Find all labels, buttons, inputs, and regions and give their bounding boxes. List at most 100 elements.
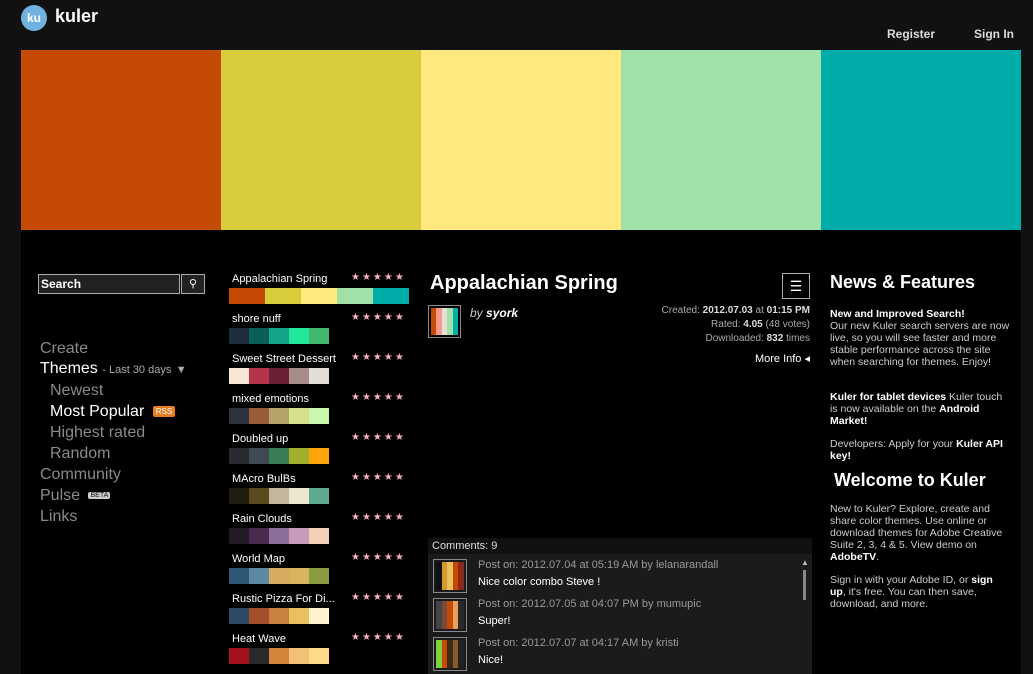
color-swatch	[229, 608, 249, 624]
nav-pulse: Pulse BETA	[40, 487, 111, 505]
star-rating-icon[interactable]: ★★★★★	[351, 392, 406, 403]
star-rating-icon[interactable]: ★★★★★	[351, 632, 406, 643]
nav-pulse-label[interactable]: Pulse	[40, 487, 80, 504]
theme-list-item[interactable]: MAcro BulBs ★★★★★	[229, 470, 409, 510]
created-date: 2012.07.03	[702, 305, 753, 316]
scroll-up-icon[interactable]: ▲	[801, 558, 809, 567]
theme-swatches[interactable]	[229, 648, 329, 664]
search-icon[interactable]: ⚲	[181, 274, 205, 294]
register-link[interactable]: Register	[887, 27, 935, 41]
news-title: News & Features	[830, 272, 976, 292]
color-swatch	[458, 562, 464, 590]
color-swatch	[229, 328, 249, 344]
theme-title: Appalachian Spring	[430, 272, 618, 294]
sliders-icon[interactable]: ☰	[782, 273, 810, 299]
by-label: by	[470, 306, 483, 320]
theme-list-item[interactable]: World Map ★★★★★	[229, 550, 409, 590]
kuler-logo-icon[interactable]: ku	[21, 5, 47, 31]
author-link[interactable]: syork	[486, 306, 518, 320]
nav-links[interactable]: Links	[40, 508, 77, 526]
star-rating-icon[interactable]: ★★★★★	[351, 312, 406, 323]
theme-name[interactable]: MAcro BulBs	[232, 473, 342, 485]
hero-swatch[interactable]	[421, 50, 621, 230]
star-rating-icon[interactable]: ★★★★★	[351, 512, 406, 523]
comment-theme-thumbnail[interactable]	[433, 559, 467, 593]
theme-name[interactable]: Rustic Pizza For Di...	[232, 593, 342, 605]
news-item-tablet-title[interactable]: Kuler for tablet devices	[830, 391, 946, 403]
theme-name[interactable]: mixed emotions	[232, 393, 342, 405]
theme-list-item[interactable]: mixed emotions ★★★★★	[229, 390, 409, 430]
comment-item: Post on: 2012.07.07 at 04:17 AM by krist…	[428, 635, 798, 674]
color-swatch	[309, 328, 329, 344]
color-swatch	[249, 408, 269, 424]
more-info-link[interactable]: More Info ◂	[755, 352, 810, 365]
star-rating-icon[interactable]: ★★★★★	[351, 592, 406, 603]
theme-swatches[interactable]	[229, 328, 329, 344]
color-swatch	[249, 528, 269, 544]
theme-list-item[interactable]: Doubled up ★★★★★	[229, 430, 409, 470]
nav-themes-label[interactable]: Themes	[40, 360, 98, 377]
theme-name[interactable]: Doubled up	[232, 433, 342, 445]
nav-community[interactable]: Community	[40, 466, 121, 484]
comment-text: Nice color combo Steve !	[478, 576, 601, 588]
hero-swatch[interactable]	[821, 50, 1021, 230]
rss-icon[interactable]: RSS	[152, 406, 176, 418]
theme-swatches[interactable]	[229, 448, 329, 464]
color-swatch	[309, 528, 329, 544]
theme-swatches[interactable]	[229, 488, 329, 504]
theme-name[interactable]: Sweet Street Dessert	[232, 353, 342, 365]
star-rating-icon[interactable]: ★★★★★	[351, 552, 406, 563]
theme-name[interactable]: Rain Clouds	[232, 513, 342, 525]
nav-highest-rated[interactable]: Highest rated	[50, 424, 145, 442]
theme-swatches[interactable]	[229, 528, 329, 544]
comment-theme-thumbnail[interactable]	[433, 637, 467, 671]
color-swatch	[458, 601, 464, 629]
theme-swatches[interactable]	[229, 288, 409, 304]
hero-swatch[interactable]	[221, 50, 421, 230]
color-swatch	[269, 368, 289, 384]
news-item-search-title[interactable]: New and Improved Search!	[830, 308, 965, 320]
hero-swatch[interactable]	[621, 50, 821, 230]
theme-name[interactable]: Appalachian Spring	[232, 273, 342, 285]
star-rating-icon[interactable]: ★★★★★	[351, 432, 406, 443]
color-swatch	[289, 488, 309, 504]
theme-list-item[interactable]: Rustic Pizza For Di... ★★★★★	[229, 590, 409, 630]
theme-thumbnail[interactable]	[428, 305, 461, 338]
theme-name[interactable]: World Map	[232, 553, 342, 565]
theme-swatches[interactable]	[229, 568, 329, 584]
star-rating-icon[interactable]: ★★★★★	[351, 272, 406, 283]
chevron-down-icon[interactable]: ▼	[176, 364, 187, 376]
theme-swatches[interactable]	[229, 608, 329, 624]
star-rating-icon[interactable]: ★★★★★	[351, 352, 406, 363]
color-swatch	[458, 640, 464, 668]
theme-name[interactable]: shore nuff	[232, 313, 342, 325]
theme-list-item[interactable]: Sweet Street Dessert ★★★★★	[229, 350, 409, 390]
comments-scrollbar[interactable]: ▲	[801, 558, 809, 672]
theme-name[interactable]: Heat Wave	[232, 633, 342, 645]
theme-list-item[interactable]: Rain Clouds ★★★★★	[229, 510, 409, 550]
nav-create[interactable]: Create	[40, 340, 88, 358]
color-swatch	[249, 608, 269, 624]
scroll-thumb[interactable]	[803, 570, 806, 600]
news-item-search-body: Our new Kuler search servers are now liv…	[830, 320, 1010, 368]
theme-list-item[interactable]: Heat Wave ★★★★★	[229, 630, 409, 670]
sign-in-link[interactable]: Sign In	[974, 27, 1014, 41]
kuler-logo-text[interactable]: kuler	[55, 6, 98, 27]
search-input[interactable]	[38, 274, 180, 294]
color-swatch	[269, 488, 289, 504]
theme-swatches[interactable]	[229, 368, 329, 384]
theme-list-item[interactable]: shore nuff ★★★★★	[229, 310, 409, 350]
theme-list-item[interactable]: Appalachian Spring ★★★★★	[229, 270, 409, 310]
hero-color-palette	[21, 50, 1021, 230]
theme-swatches[interactable]	[229, 408, 329, 424]
adobetv-link[interactable]: AdobeTV	[830, 551, 876, 563]
themes-period-selector[interactable]: - Last 30 days	[102, 364, 171, 376]
comment-theme-thumbnail[interactable]	[433, 598, 467, 632]
nav-random[interactable]: Random	[50, 445, 110, 463]
nav-most-popular-label[interactable]: Most Popular	[50, 403, 144, 420]
star-rating-icon[interactable]: ★★★★★	[351, 472, 406, 483]
welcome-title: Welcome to Kuler	[834, 470, 986, 490]
hero-swatch[interactable]	[21, 50, 221, 230]
nav-newest[interactable]: Newest	[50, 382, 103, 400]
color-swatch	[229, 448, 249, 464]
